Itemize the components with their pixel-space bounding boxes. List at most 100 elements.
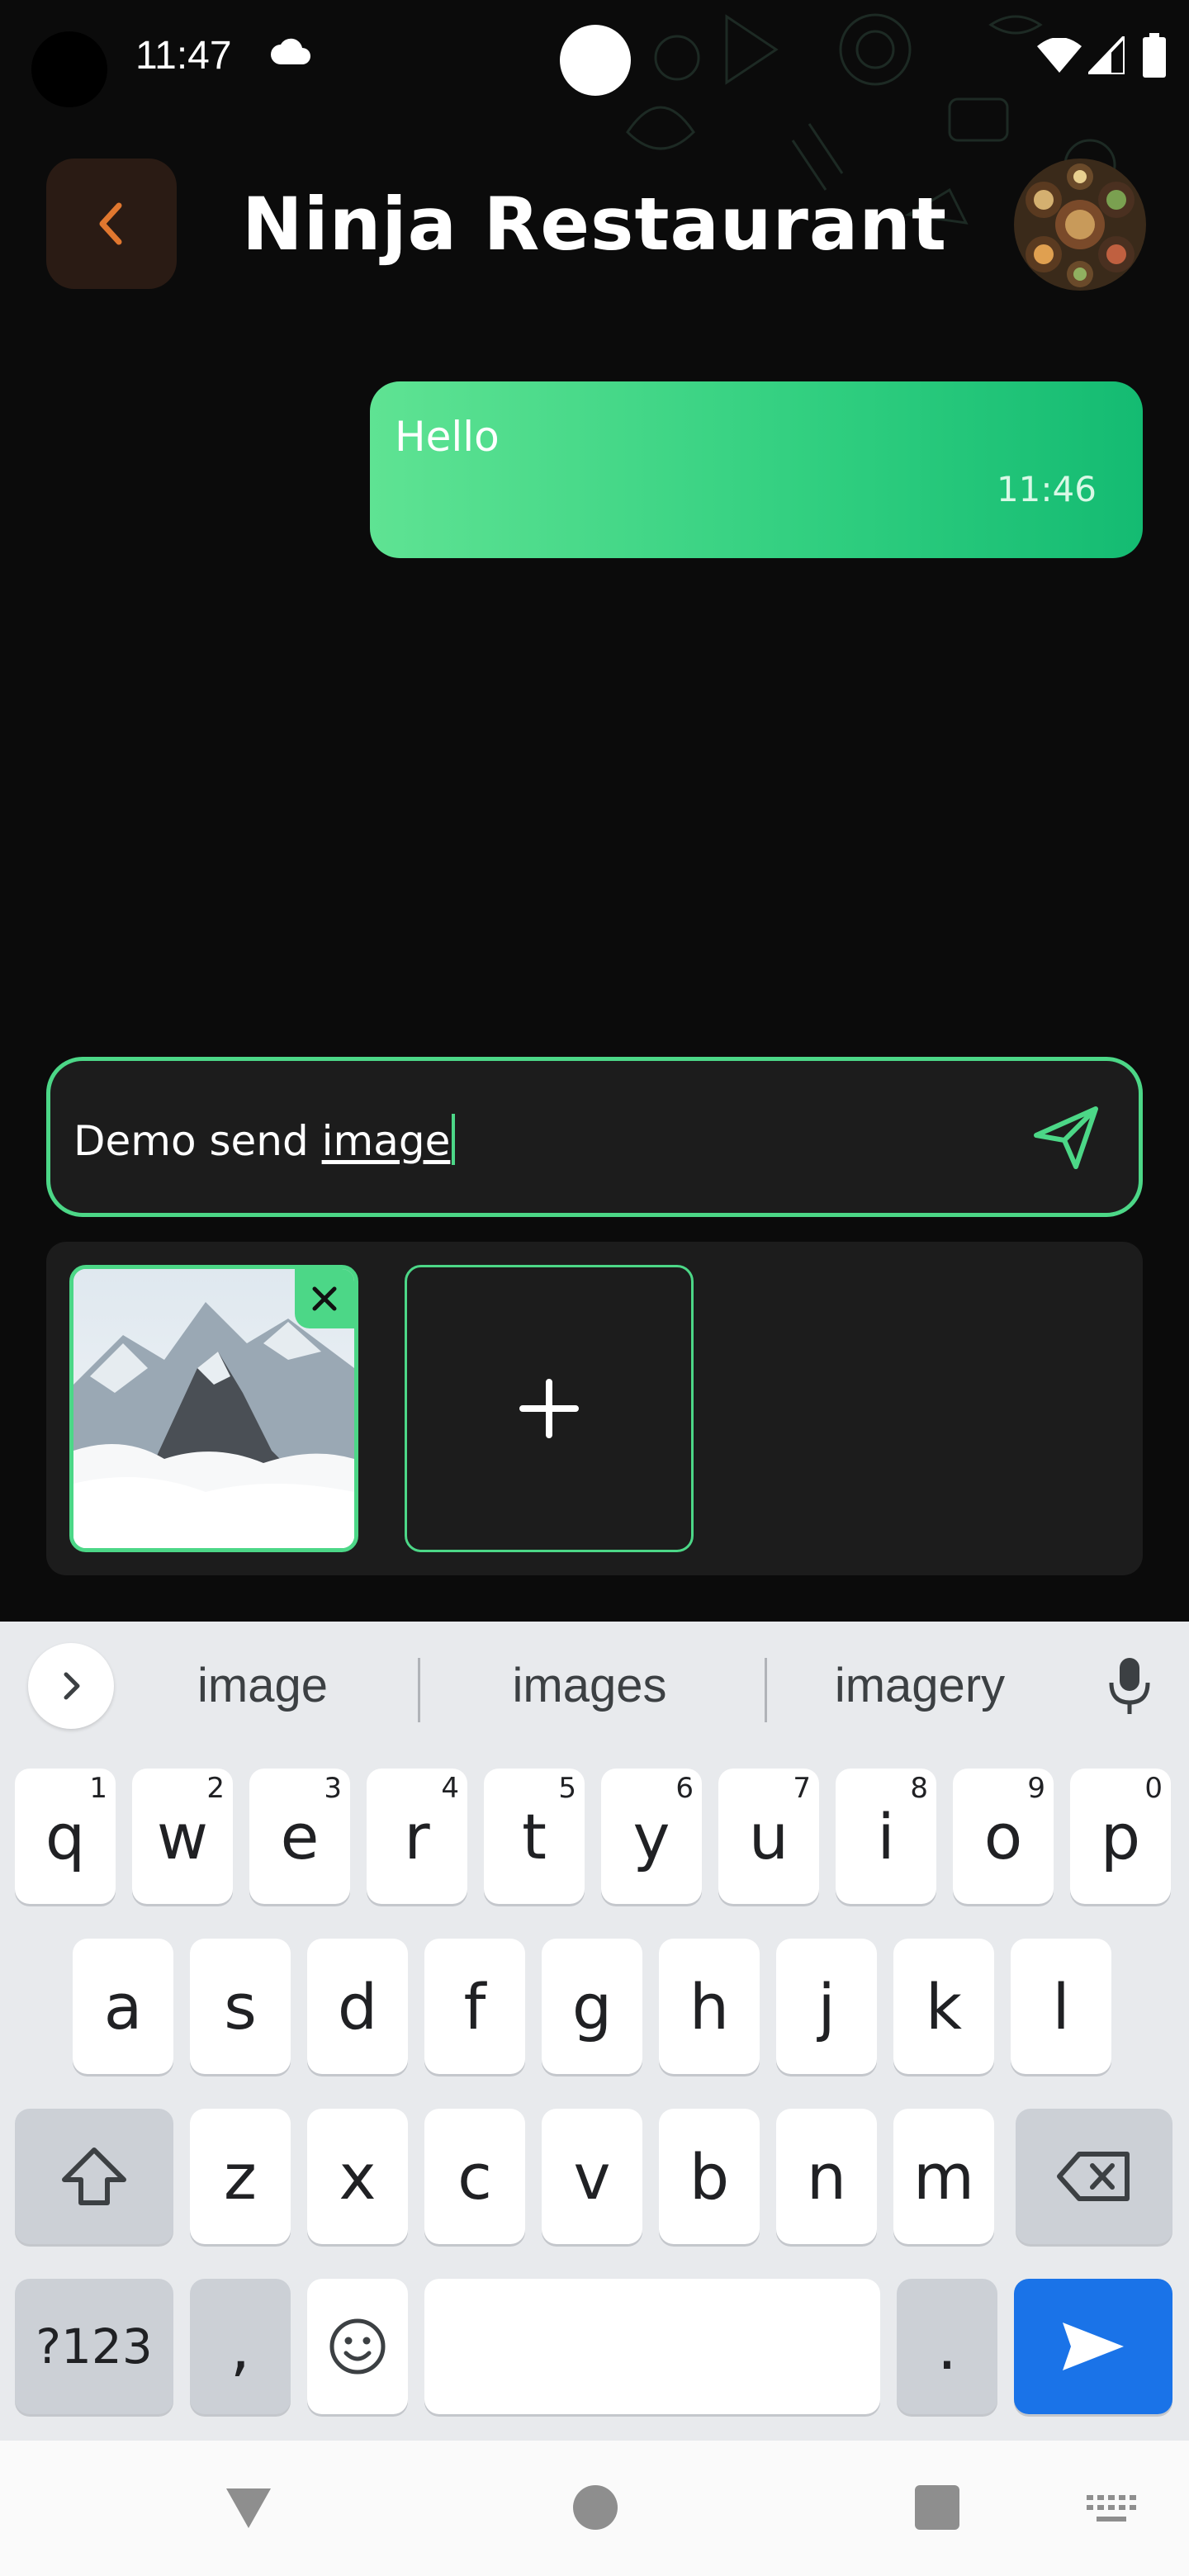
key-label: u — [748, 1799, 789, 1873]
key-z[interactable]: z — [190, 2109, 291, 2244]
key-w[interactable]: w2 — [132, 1769, 233, 1904]
key-x[interactable]: x — [307, 2109, 408, 2244]
keyboard-switch-icon[interactable] — [1087, 2495, 1136, 2525]
key-y[interactable]: y6 — [601, 1769, 702, 1904]
microphone-icon[interactable] — [1105, 1655, 1154, 1717]
input-text-plain: Demo send — [73, 1117, 322, 1165]
shift-key[interactable] — [15, 2109, 173, 2244]
system-navigation-bar — [0, 2441, 1189, 2576]
soft-keyboard: image images imagery q1 w2 e3 r4 t5 y6 u… — [0, 1622, 1189, 2441]
key-label: w — [156, 1799, 209, 1873]
message-input[interactable]: Demo send image — [46, 1057, 1143, 1217]
key-label: y — [632, 1799, 670, 1873]
suggestion-bar: image images imagery — [0, 1622, 1189, 1745]
message-text: Hello — [395, 413, 500, 461]
suggestion-item[interactable]: imagery — [771, 1658, 1068, 1713]
suggestion-item[interactable]: image — [114, 1658, 411, 1713]
key-k[interactable]: k — [893, 1939, 994, 2074]
key-h[interactable]: h — [659, 1939, 760, 2074]
status-bar: 11:47 — [0, 0, 1189, 116]
text-cursor — [452, 1114, 456, 1165]
emoji-key[interactable] — [307, 2279, 408, 2414]
period-key[interactable]: . — [897, 2279, 997, 2414]
status-time: 11:47 — [135, 34, 232, 78]
space-key[interactable] — [424, 2279, 880, 2414]
key-g[interactable]: g — [542, 1939, 642, 2074]
key-b[interactable]: b — [659, 2109, 760, 2244]
key-v[interactable]: v — [542, 2109, 642, 2244]
add-attachment-button[interactable] — [405, 1265, 694, 1552]
page-title: Ninja Restaurant — [241, 182, 948, 267]
key-hint: 3 — [324, 1772, 342, 1805]
food-platter-image — [1014, 159, 1146, 291]
notch-indicator — [560, 25, 631, 96]
key-label: r — [404, 1799, 430, 1873]
key-n[interactable]: n — [776, 2109, 877, 2244]
message-input-text[interactable]: Demo send image — [73, 1114, 456, 1165]
key-r[interactable]: r4 — [367, 1769, 467, 1904]
key-hint: 5 — [558, 1772, 576, 1805]
message-bubble-outgoing[interactable]: Hello 11:46 — [370, 381, 1143, 558]
comma-key[interactable]: , — [190, 2279, 291, 2414]
symbols-key[interactable]: ?123 — [15, 2279, 173, 2414]
emoji-icon — [329, 2318, 386, 2375]
key-label: q — [45, 1799, 86, 1873]
suggestion-item[interactable]: images — [441, 1658, 738, 1713]
key-hint: 8 — [910, 1772, 928, 1805]
key-label: i — [877, 1799, 895, 1873]
key-o[interactable]: o9 — [953, 1769, 1054, 1904]
nav-home-icon[interactable] — [573, 2485, 618, 2530]
key-c[interactable]: c — [424, 2109, 525, 2244]
key-f[interactable]: f — [424, 1939, 525, 2074]
plus-icon — [519, 1379, 579, 1438]
key-label: e — [280, 1799, 320, 1873]
key-p[interactable]: p0 — [1070, 1769, 1171, 1904]
suggestion-divider — [418, 1658, 420, 1722]
key-label: o — [983, 1799, 1023, 1873]
remove-attachment-button[interactable] — [295, 1269, 354, 1328]
backspace-key[interactable] — [1016, 2109, 1172, 2244]
key-q[interactable]: q1 — [15, 1769, 116, 1904]
nav-back-icon[interactable] — [223, 2485, 274, 2531]
key-e[interactable]: e3 — [249, 1769, 350, 1904]
key-a[interactable]: a — [73, 1939, 173, 2074]
key-hint: 7 — [793, 1772, 811, 1805]
key-t[interactable]: t5 — [484, 1769, 585, 1904]
key-s[interactable]: s — [190, 1939, 291, 2074]
key-j[interactable]: j — [776, 1939, 877, 2074]
chat-header: Ninja Restaurant — [0, 157, 1189, 291]
camera-cutout — [31, 31, 107, 107]
key-i[interactable]: i8 — [836, 1769, 936, 1904]
key-u[interactable]: u7 — [718, 1769, 819, 1904]
expand-toolbar-button[interactable] — [28, 1643, 114, 1729]
close-icon — [312, 1286, 337, 1311]
chevron-right-icon — [64, 1672, 80, 1700]
key-hint: 4 — [441, 1772, 459, 1805]
key-label: p — [1100, 1799, 1141, 1873]
key-m[interactable]: m — [893, 2109, 994, 2244]
send-icon[interactable] — [1028, 1099, 1104, 1175]
key-hint: 2 — [206, 1772, 225, 1805]
key-hint: 0 — [1144, 1772, 1163, 1805]
attachment-panel — [46, 1242, 1143, 1575]
restaurant-avatar[interactable] — [1014, 159, 1146, 291]
key-hint: 9 — [1027, 1772, 1045, 1805]
message-time: 11:46 — [996, 469, 1097, 509]
signal-icon — [1088, 36, 1125, 74]
input-text-composing: image — [321, 1117, 451, 1165]
battery-icon — [1143, 33, 1166, 78]
nav-recents-icon[interactable] — [915, 2485, 959, 2530]
key-label: t — [522, 1799, 547, 1873]
key-hint: 1 — [89, 1772, 107, 1805]
backspace-icon — [1057, 2152, 1130, 2201]
wifi-icon — [1037, 38, 1082, 73]
key-hint: 6 — [675, 1772, 694, 1805]
key-d[interactable]: d — [307, 1939, 408, 2074]
key-l[interactable]: l — [1011, 1939, 1111, 2074]
cloud-icon — [271, 38, 310, 64]
shift-icon — [62, 2147, 126, 2205]
attachment-thumbnail[interactable] — [69, 1265, 358, 1552]
keyboard-send-key[interactable] — [1014, 2279, 1172, 2414]
suggestion-divider — [765, 1658, 767, 1722]
send-icon — [1063, 2323, 1124, 2370]
